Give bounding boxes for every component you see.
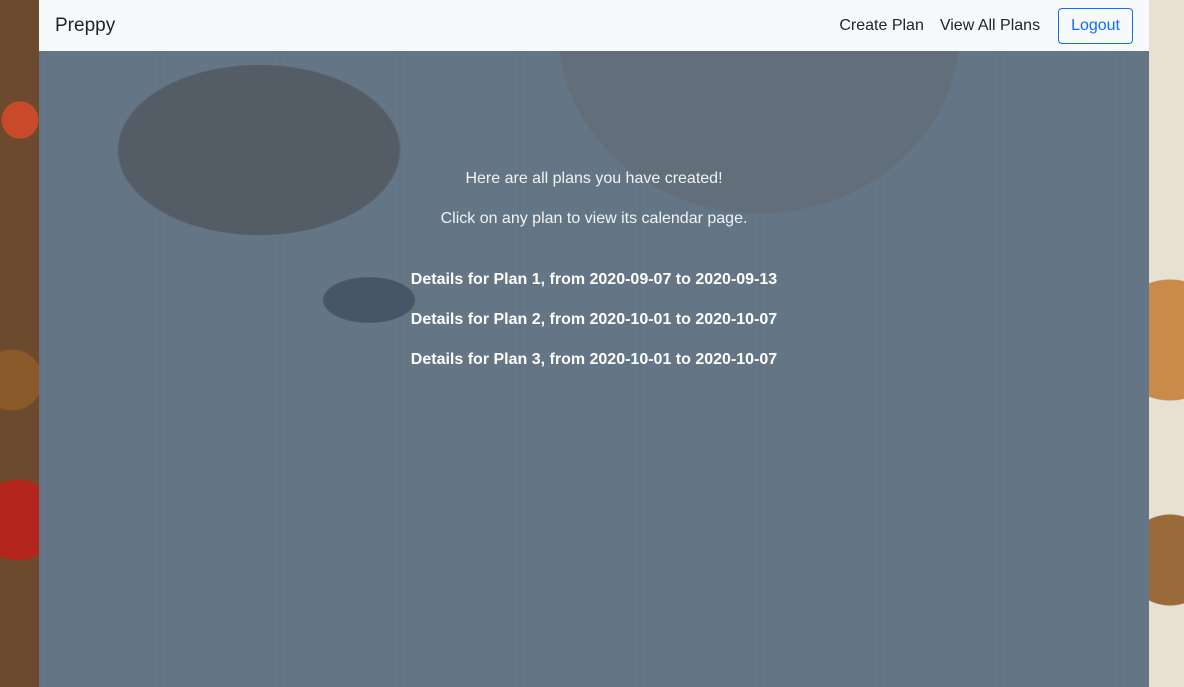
plan-link-2[interactable]: Details for Plan 2, from 2020-10-01 to 2… <box>39 310 1149 350</box>
brand-logo-link[interactable]: Preppy <box>55 15 115 37</box>
page: Preppy Create Plan View All Plans Logout… <box>0 0 1184 687</box>
plan-link-1[interactable]: Details for Plan 1, from 2020-09-07 to 2… <box>39 270 1149 310</box>
view-all-plans-link[interactable]: View All Plans <box>940 17 1040 35</box>
nav-links: Create Plan View All Plans Logout <box>823 7 1133 44</box>
plan-list: Details for Plan 1, from 2020-09-07 to 2… <box>39 270 1149 390</box>
intro-text: Here are all plans you have created! <box>465 170 723 187</box>
navbar: Preppy Create Plan View All Plans Logout <box>39 0 1149 51</box>
instruction-text: Click on any plan to view its calendar p… <box>440 210 748 227</box>
plan-link-3[interactable]: Details for Plan 3, from 2020-10-01 to 2… <box>39 350 1149 390</box>
create-plan-link[interactable]: Create Plan <box>839 17 924 35</box>
logout-button[interactable]: Logout <box>1058 7 1133 44</box>
